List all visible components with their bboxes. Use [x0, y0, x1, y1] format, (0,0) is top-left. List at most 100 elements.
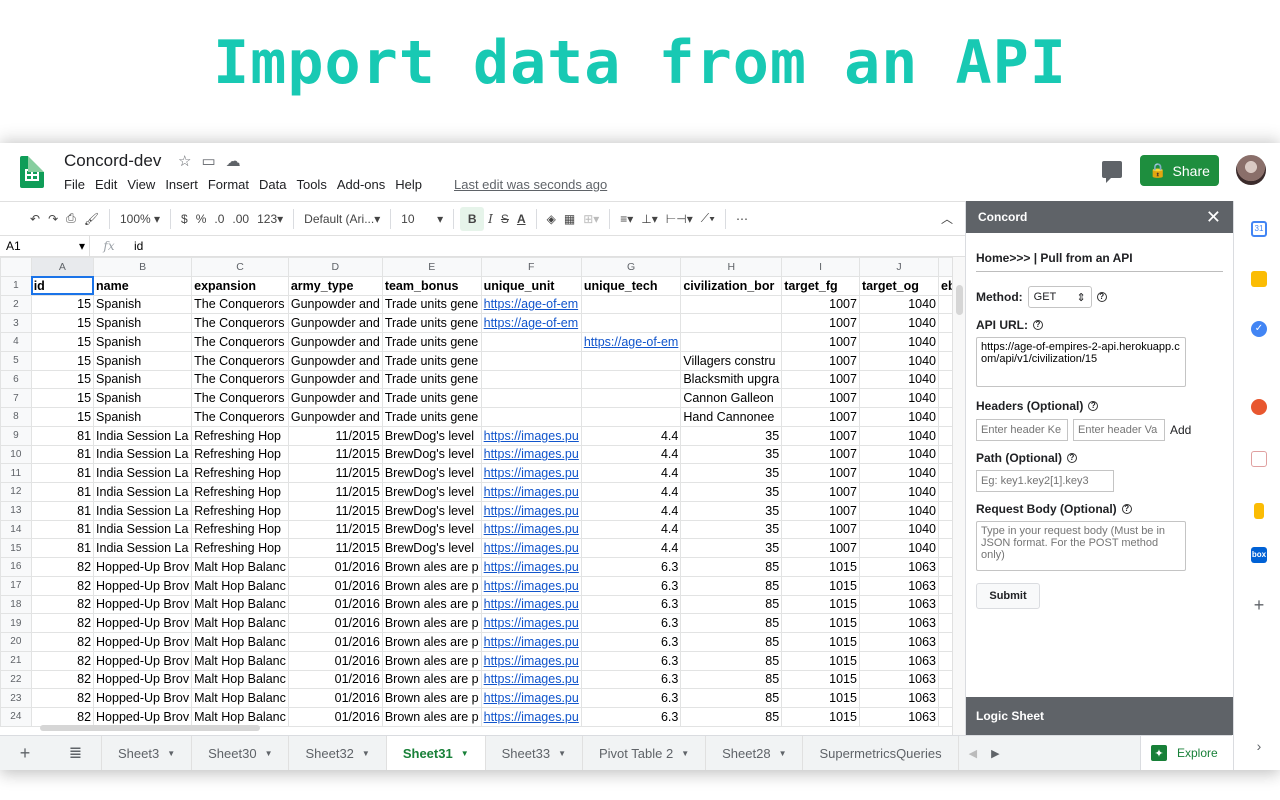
table-cell[interactable]: Gunpowder and: [287, 369, 383, 390]
table-cell[interactable]: 11/2015: [287, 482, 383, 502]
table-cell[interactable]: BrewDog's level: [381, 444, 482, 465]
sheet-tab[interactable]: Sheet33 ▼: [486, 736, 583, 770]
table-cell[interactable]: 81: [30, 500, 95, 521]
table-cell[interactable]: 11/2015: [287, 425, 383, 446]
help-icon[interactable]: ?: [1067, 453, 1077, 463]
chevron-right-icon[interactable]: ›: [1251, 738, 1267, 754]
vertical-align-icon[interactable]: ⊥▾: [637, 207, 661, 231]
font-size-select[interactable]: 10 ▾: [397, 207, 447, 231]
submit-button[interactable]: Submit: [976, 583, 1040, 609]
table-cell[interactable]: 1015: [781, 669, 860, 690]
table-cell[interactable]: 6.3: [580, 669, 682, 690]
table-cell[interactable]: [580, 407, 682, 427]
table-cell[interactable]: 35: [680, 538, 783, 558]
table-cell[interactable]: 15: [30, 350, 95, 371]
table-cell[interactable]: 82: [30, 575, 95, 596]
table-cell[interactable]: https://images.pu: [480, 669, 582, 690]
header-key-input[interactable]: Enter header Ke: [976, 419, 1068, 441]
chevron-down-icon[interactable]: ▼: [779, 749, 787, 758]
select-all-corner[interactable]: [0, 257, 32, 277]
table-cell[interactable]: [680, 313, 783, 333]
sheet-tab[interactable]: Sheet3 ▼: [102, 736, 193, 770]
table-cell[interactable]: 1040: [858, 332, 940, 352]
table-cell[interactable]: India Session La: [93, 425, 193, 446]
table-cell[interactable]: The Conquerors: [191, 407, 289, 427]
table-cell[interactable]: [580, 388, 682, 408]
more-formats-button[interactable]: 123 ▾: [253, 207, 287, 231]
avatar[interactable]: [1236, 155, 1266, 185]
table-cell[interactable]: 1015: [781, 594, 860, 615]
font-select[interactable]: Default (Ari... ▾: [300, 207, 384, 231]
table-cell[interactable]: India Session La: [93, 444, 193, 465]
more-options-icon[interactable]: ⋯: [732, 207, 752, 231]
table-cell[interactable]: BrewDog's level: [381, 538, 482, 558]
table-cell[interactable]: 1015: [781, 632, 860, 652]
table-cell[interactable]: Trade units gene: [381, 294, 482, 315]
table-cell[interactable]: 1040: [858, 519, 940, 540]
table-cell[interactable]: 1063: [858, 594, 940, 615]
column-header[interactable]: A: [30, 257, 95, 277]
table-cell[interactable]: unique_tech: [580, 275, 682, 296]
redo-icon[interactable]: ↷: [44, 207, 62, 231]
table-cell[interactable]: 1007: [781, 407, 860, 427]
row-header[interactable]: 3: [0, 313, 32, 333]
table-cell[interactable]: BrewDog's level: [381, 425, 482, 446]
chevron-down-icon[interactable]: ▼: [461, 749, 469, 758]
table-cell[interactable]: Hopped-Up Brov: [93, 650, 193, 671]
table-cell[interactable]: 35: [680, 425, 783, 446]
table-cell[interactable]: 1040: [858, 425, 940, 446]
table-cell[interactable]: 1007: [781, 388, 860, 408]
table-cell[interactable]: Refreshing Hop: [191, 425, 289, 446]
table-cell[interactable]: Hopped-Up Brov: [93, 594, 193, 615]
logic-sheet-footer[interactable]: Logic Sheet: [966, 697, 1233, 735]
box-icon[interactable]: box: [1251, 547, 1267, 563]
table-cell[interactable]: India Session La: [93, 500, 193, 521]
table-cell[interactable]: 1007: [781, 425, 860, 446]
table-cell[interactable]: 1040: [858, 313, 940, 333]
menu-addons[interactable]: Add-ons: [337, 177, 385, 192]
table-cell[interactable]: 1015: [781, 707, 860, 727]
borders-icon[interactable]: ▦: [560, 207, 579, 231]
table-cell[interactable]: 85: [680, 707, 783, 727]
menu-tools[interactable]: Tools: [296, 177, 326, 192]
table-cell[interactable]: 01/2016: [287, 575, 383, 596]
table-cell[interactable]: Hand Cannonee: [680, 407, 783, 427]
table-cell[interactable]: 6.3: [580, 557, 682, 577]
sheet-tab[interactable]: Sheet28 ▼: [706, 736, 804, 770]
column-header[interactable]: C: [191, 257, 289, 277]
table-cell[interactable]: 85: [680, 632, 783, 652]
menu-format[interactable]: Format: [208, 177, 249, 192]
table-cell[interactable]: The Conquerors: [191, 294, 289, 315]
table-cell[interactable]: Trade units gene: [381, 350, 482, 371]
table-cell[interactable]: 1007: [781, 482, 860, 502]
addon-icon-3[interactable]: [1254, 503, 1264, 519]
chevron-down-icon[interactable]: ▼: [362, 749, 370, 758]
table-cell[interactable]: 6.3: [580, 613, 682, 633]
table-cell[interactable]: 01/2016: [287, 669, 383, 690]
table-cell[interactable]: The Conquerors: [191, 369, 289, 390]
table-cell[interactable]: 11/2015: [287, 500, 383, 521]
comments-icon[interactable]: [1102, 161, 1122, 183]
table-cell[interactable]: 1015: [781, 557, 860, 577]
row-header[interactable]: 13: [0, 500, 32, 521]
column-header[interactable]: D: [287, 257, 383, 277]
table-cell[interactable]: 1007: [781, 350, 860, 371]
help-icon[interactable]: ?: [1096, 292, 1107, 302]
table-cell[interactable]: 85: [680, 594, 783, 615]
close-icon[interactable]: ✕: [1206, 207, 1221, 228]
currency-format-button[interactable]: $: [177, 207, 192, 231]
table-cell[interactable]: Trade units gene: [381, 369, 482, 390]
percent-format-button[interactable]: %: [192, 207, 211, 231]
table-cell[interactable]: 82: [30, 650, 95, 671]
table-cell[interactable]: 15: [30, 313, 95, 333]
sheet-tab[interactable]: SupermetricsQueries: [803, 736, 959, 770]
table-cell[interactable]: https://images.pu: [480, 707, 582, 727]
table-cell[interactable]: 1007: [781, 369, 860, 390]
table-cell[interactable]: 6.3: [580, 688, 682, 708]
table-cell[interactable]: Malt Hop Balanc: [191, 707, 289, 727]
table-cell[interactable]: 35: [680, 444, 783, 465]
table-cell[interactable]: [680, 294, 783, 315]
table-cell[interactable]: unique_unit: [480, 275, 582, 296]
row-header[interactable]: 8: [0, 407, 32, 427]
table-cell[interactable]: 1040: [858, 463, 940, 483]
